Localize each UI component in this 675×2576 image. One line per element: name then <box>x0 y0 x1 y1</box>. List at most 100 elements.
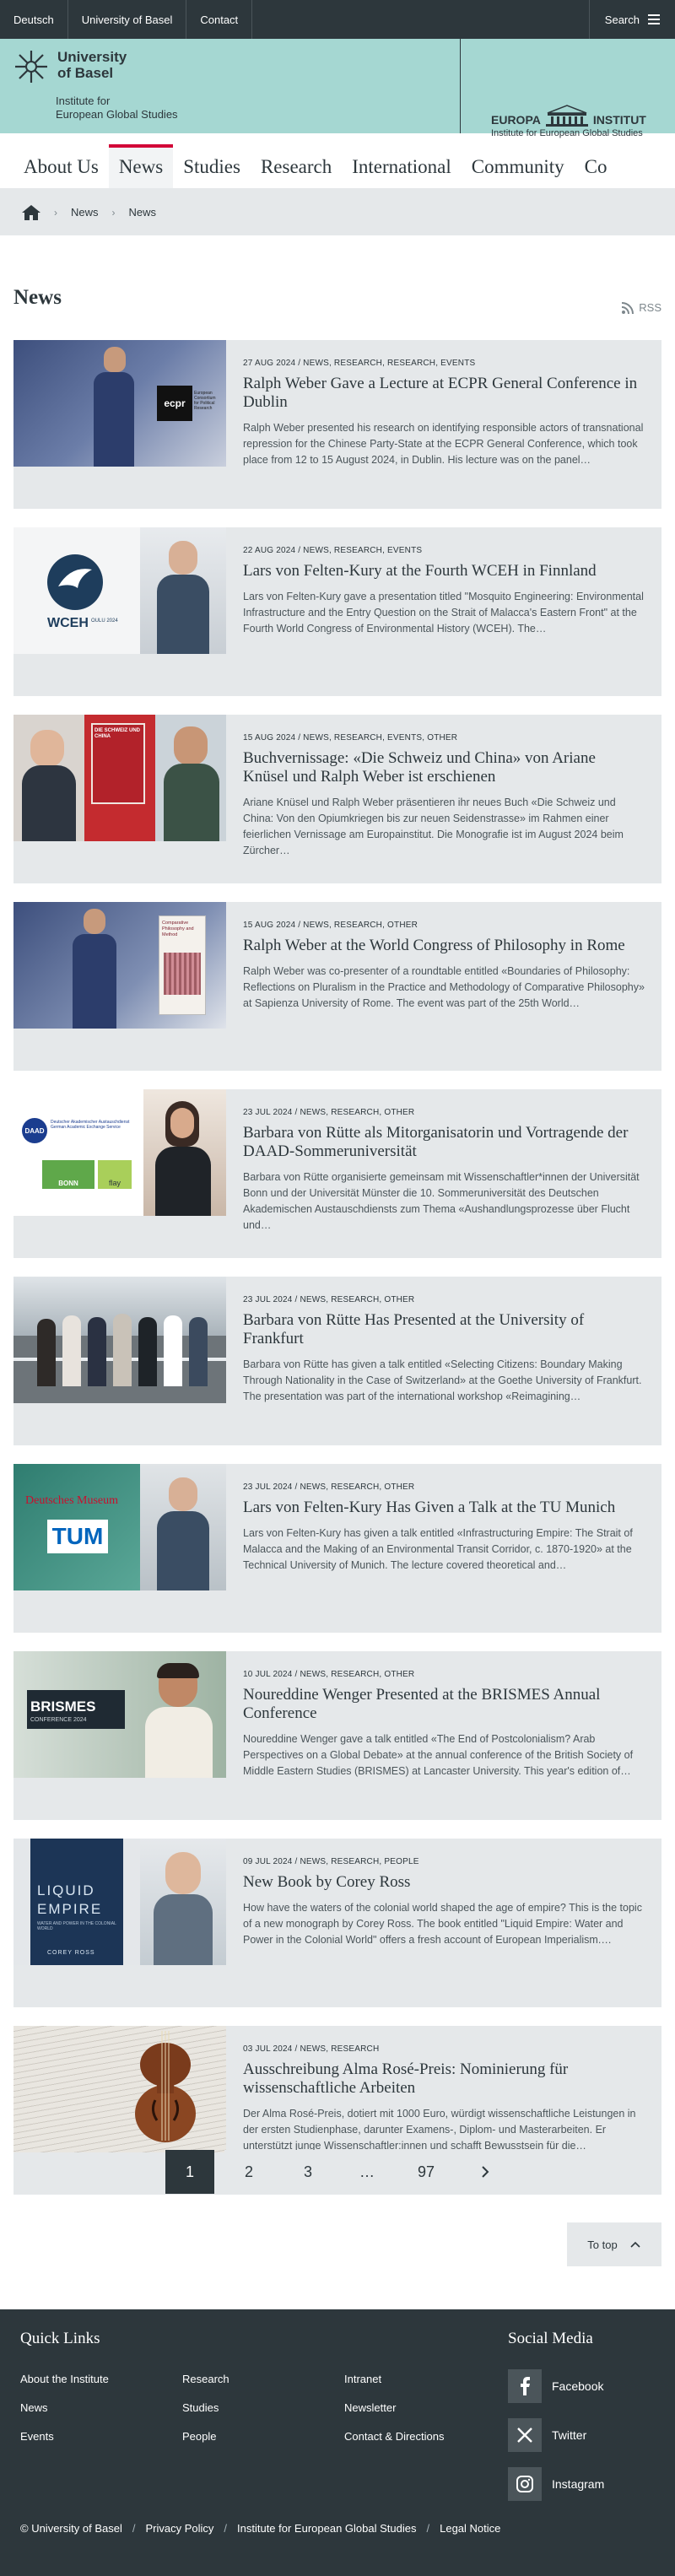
page-2-button[interactable]: 2 <box>224 2150 273 2194</box>
news-teaser: Lars von Felten-Kury gave a presentation… <box>243 591 644 635</box>
university-name-line1: University <box>57 49 127 65</box>
book-cover-title: Comparative Philosophy and Method <box>162 921 194 937</box>
separator: / <box>132 2522 136 2535</box>
to-top-button[interactable]: To top <box>567 2222 662 2266</box>
news-title[interactable]: Ralph Weber Gave a Lecture at ECPR Gener… <box>243 375 645 412</box>
footer-link-events[interactable]: Events <box>20 2422 109 2451</box>
footer-link-news[interactable]: News <box>20 2394 109 2422</box>
instagram-label: Instagram <box>552 2477 605 2491</box>
contact-link[interactable]: Contact <box>186 0 253 39</box>
instagram-link[interactable]: Instagram <box>508 2460 604 2508</box>
search-label: Search <box>604 13 640 26</box>
page-97-button[interactable]: 97 <box>402 2150 451 2194</box>
footer-link-research[interactable]: Research <box>182 2365 230 2394</box>
page-3-button[interactable]: 3 <box>284 2150 332 2194</box>
footer-link-about[interactable]: About the Institute <box>20 2365 109 2394</box>
privacy-link[interactable]: Privacy Policy <box>145 2522 213 2535</box>
nav-item-community[interactable]: Community <box>462 156 575 188</box>
news-card[interactable]: BRISMES CONFERENCE 2024 10 JUL 2024 / NE… <box>14 1651 662 1820</box>
news-title[interactable]: Lars von Felten-Kury at the Fourth WCEH … <box>243 562 645 581</box>
institute-link[interactable]: Institute for European Global Studies <box>237 2522 416 2535</box>
news-title[interactable]: Barbara von Rütte als Mitorganisatorin u… <box>243 1124 645 1161</box>
news-thumbnail: Deutsches Museum TUM <box>14 1464 226 1590</box>
news-title[interactable]: Ausschreibung Alma Rosé-Preis: Nominieru… <box>243 2060 645 2098</box>
news-card[interactable]: WCEH OULU 2024 22 AUG 2024 / NEWS, RESEA… <box>14 527 662 696</box>
quick-links-col2: Research Studies People <box>182 2365 230 2451</box>
news-meta: 15 AUG 2024 / NEWS, RESEARCH, OTHER <box>243 921 418 930</box>
next-page-button[interactable] <box>461 2150 510 2194</box>
news-thumbnail <box>14 2026 226 2152</box>
top-bar: Deutsch University of Basel Contact Sear… <box>0 0 675 39</box>
facebook-label: Facebook <box>552 2379 604 2393</box>
book-title-line1: LIQUID <box>37 1882 95 1898</box>
nav-item-international[interactable]: International <box>342 156 462 188</box>
news-card[interactable]: Comparative Philosophy and Method 15 AUG… <box>14 902 662 1071</box>
violin-icon <box>135 2031 196 2142</box>
footer-link-people[interactable]: People <box>182 2422 230 2451</box>
news-card[interactable]: DIE SCHWEIZ UND CHINA 15 AUG 2024 / NEWS… <box>14 715 662 883</box>
breadcrumb: › News › News <box>0 189 675 235</box>
twitter-link[interactable]: Twitter <box>508 2411 604 2460</box>
news-title[interactable]: Buchvernissage: «Die Schweiz und China» … <box>243 749 645 786</box>
news-thumbnail: DIE SCHWEIZ UND CHINA <box>14 715 226 841</box>
footer-link-newsletter[interactable]: Newsletter <box>344 2394 445 2422</box>
news-title[interactable]: New Book by Corey Ross <box>243 1873 645 1892</box>
footer-link-contact[interactable]: Contact & Directions <box>344 2422 445 2451</box>
search-button[interactable]: Search <box>588 0 675 39</box>
separator: / <box>426 2522 430 2535</box>
separator: / <box>224 2522 228 2535</box>
copyright: © University of Basel <box>20 2522 122 2535</box>
footer-link-intranet[interactable]: Intranet <box>344 2365 445 2394</box>
news-meta: 03 JUL 2024 / NEWS, RESEARCH <box>243 2044 380 2054</box>
institute-line2: European Global Studies <box>56 108 178 121</box>
language-link[interactable]: Deutsch <box>0 0 68 39</box>
news-title[interactable]: Barbara von Rütte Has Presented at the U… <box>243 1311 645 1348</box>
breadcrumb-item-news[interactable]: News <box>71 206 99 219</box>
europainstitut-logo[interactable]: EUROPA INSTITUT Institute for European G… <box>491 105 660 147</box>
book-cover-title: DIE SCHWEIZ UND CHINA <box>94 728 140 739</box>
news-teaser: Ariane Knüsel und Ralph Weber präsentier… <box>243 797 624 856</box>
home-icon[interactable] <box>22 204 40 220</box>
news-card[interactable]: Deutsches Museum TUM 23 JUL 2024 / NEWS,… <box>14 1464 662 1633</box>
nav-item-news[interactable]: News <box>108 144 174 188</box>
news-title[interactable]: Noureddine Wenger Presented at the BRISM… <box>243 1686 645 1723</box>
wceh-sub: OULU 2024 <box>91 618 118 624</box>
nav-item-about-us[interactable]: About Us <box>14 156 109 188</box>
nav-item-research[interactable]: Research <box>251 156 342 188</box>
news-meta: 23 JUL 2024 / NEWS, RESEARCH, OTHER <box>243 1482 415 1492</box>
bird-icon <box>58 569 92 588</box>
news-card[interactable]: DAAD Deutscher Akademischer Austauschdie… <box>14 1089 662 1258</box>
basel-crest-icon <box>15 51 47 83</box>
legal-notice-link[interactable]: Legal Notice <box>440 2522 500 2535</box>
wceh-logo: WCEH <box>47 616 89 630</box>
nav-item-contact-truncated[interactable]: Co <box>575 156 618 188</box>
news-card[interactable]: ecpr European Consortium for Political R… <box>14 340 662 509</box>
news-card[interactable]: LIQUID EMPIRE WATER AND POWER IN THE COL… <box>14 1839 662 2007</box>
nav-item-studies[interactable]: Studies <box>173 156 251 188</box>
news-body: 23 JUL 2024 / NEWS, RESEARCH, OTHER Barb… <box>226 1089 662 1258</box>
news-title[interactable]: Lars von Felten-Kury Has Given a Talk at… <box>243 1499 645 1517</box>
news-card[interactable]: 23 JUL 2024 / NEWS, RESEARCH, OTHER Barb… <box>14 1277 662 1445</box>
instagram-icon <box>508 2467 542 2501</box>
rss-link[interactable]: RSS <box>622 301 662 314</box>
quick-links-col1: About the Institute News Events <box>20 2365 109 2451</box>
university-link[interactable]: University of Basel <box>68 0 187 39</box>
daad-sub2: German Academic Exchange Service <box>51 1125 121 1130</box>
x-twitter-icon <box>508 2418 542 2452</box>
university-logo[interactable]: University of Basel <box>14 49 127 84</box>
news-body: 23 JUL 2024 / NEWS, RESEARCH, OTHER Barb… <box>226 1277 662 1445</box>
news-title[interactable]: Ralph Weber at the World Congress of Phi… <box>243 937 645 955</box>
book-subtitle: WATER AND POWER IN THE COLONIAL WORLD <box>37 1921 116 1931</box>
institut-word: INSTITUT <box>592 113 646 127</box>
footer-link-studies[interactable]: Studies <box>182 2394 230 2422</box>
page-1-button[interactable]: 1 <box>165 2150 214 2194</box>
news-thumbnail: BRISMES CONFERENCE 2024 <box>14 1651 226 1778</box>
book-title-line2: EMPIRE <box>37 1901 103 1917</box>
facebook-link[interactable]: Facebook <box>508 2362 604 2411</box>
museum-label: Deutsches Museum <box>25 1494 119 1507</box>
rss-label: RSS <box>639 301 662 314</box>
bonn-logo: BONN <box>42 1160 94 1189</box>
breadcrumb-item-news-current: News <box>128 206 157 219</box>
news-teaser: Barbara von Rütte has given a talk entit… <box>243 1358 642 1402</box>
pagination-ellipsis: … <box>359 2163 375 2180</box>
